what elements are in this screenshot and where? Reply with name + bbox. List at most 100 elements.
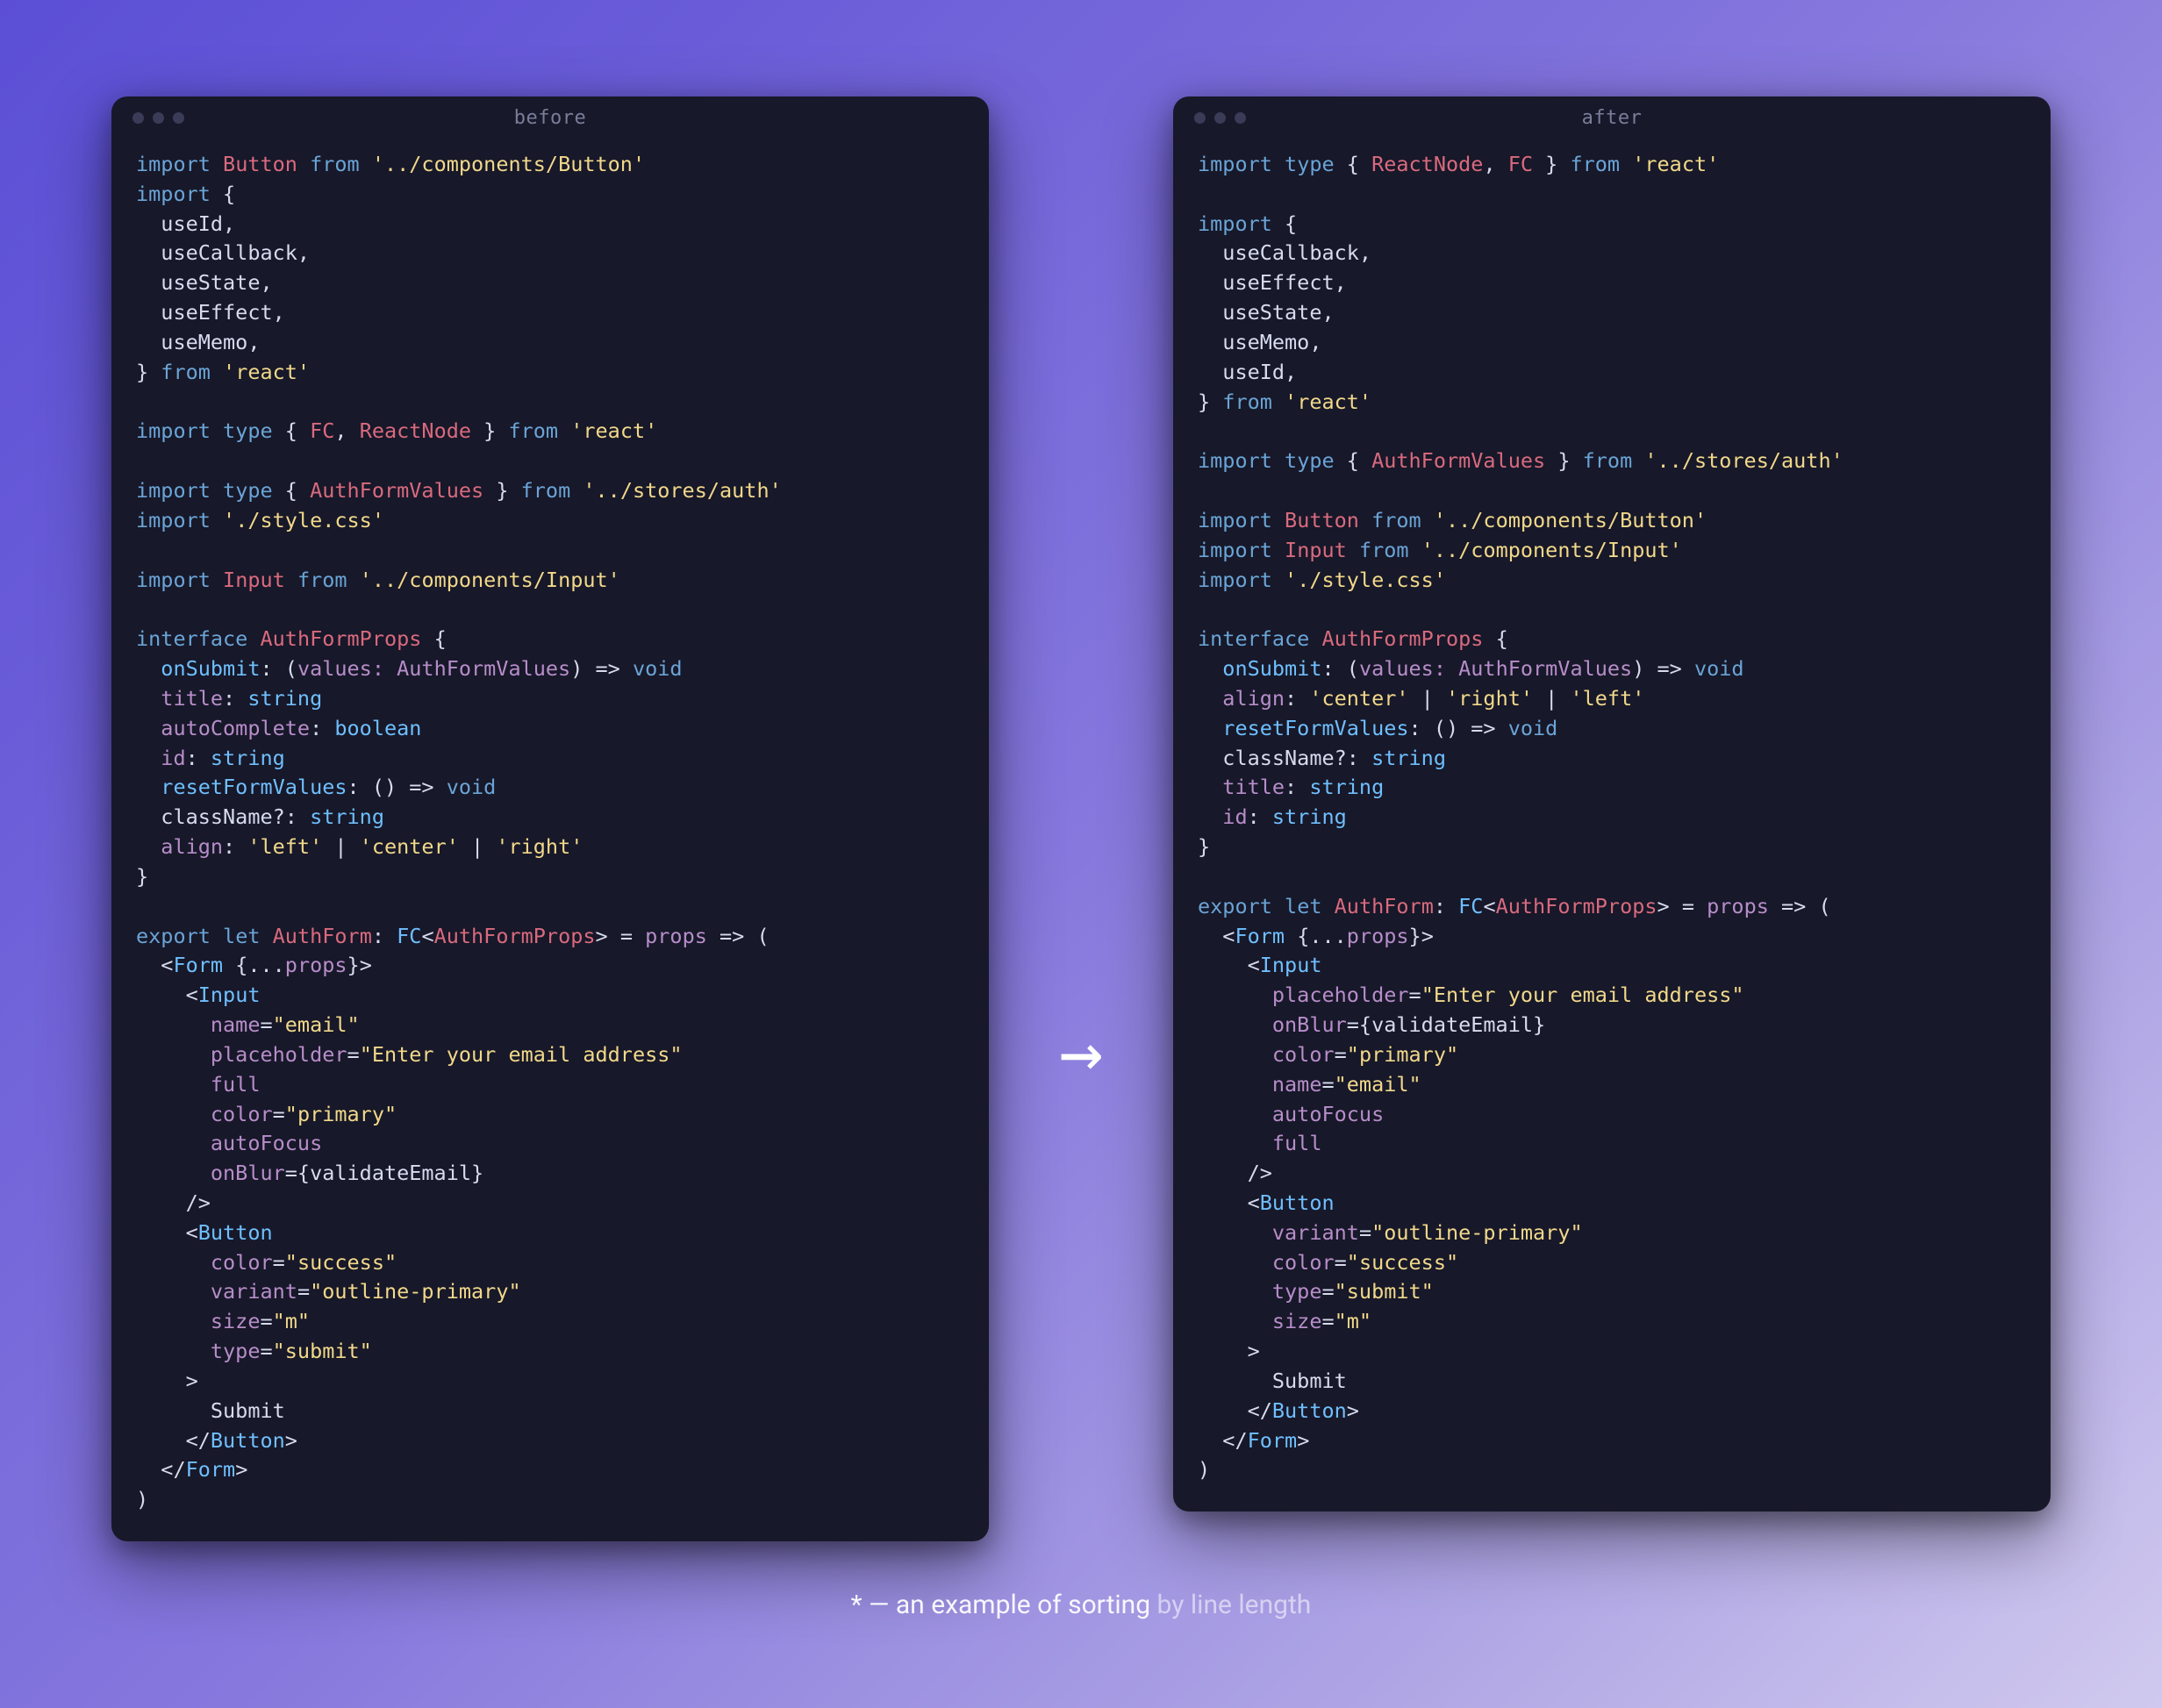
code-line bbox=[136, 595, 964, 625]
code-line: <Button bbox=[1198, 1189, 2026, 1218]
code-line: variant="outline-primary" bbox=[1198, 1218, 2026, 1248]
code-line: import type { ReactNode, FC } from 'reac… bbox=[1198, 150, 2026, 180]
code-line bbox=[1198, 476, 2026, 506]
code-line: ) bbox=[1198, 1455, 2026, 1485]
code-line: import './style.css' bbox=[1198, 566, 2026, 596]
code-line: <Form {...props}> bbox=[1198, 922, 2026, 952]
code-line: resetFormValues: () => void bbox=[1198, 714, 2026, 744]
code-line: useCallback, bbox=[1198, 239, 2026, 268]
arrow-wrap: → bbox=[1042, 1015, 1120, 1089]
code-line: useMemo, bbox=[136, 328, 964, 358]
code-line: autoFocus bbox=[1198, 1100, 2026, 1130]
code-line: placeholder="Enter your email address" bbox=[1198, 981, 2026, 1011]
code-line: id: string bbox=[136, 744, 964, 774]
arrow-icon: → bbox=[1059, 1015, 1104, 1089]
code-line bbox=[136, 536, 964, 566]
code-line: <Button bbox=[136, 1218, 964, 1248]
code-line: } bbox=[1198, 833, 2026, 862]
before-code: import Button from '../components/Button… bbox=[111, 136, 989, 1541]
code-line: align: 'left' | 'center' | 'right' bbox=[136, 833, 964, 862]
code-line: useMemo, bbox=[1198, 328, 2026, 358]
code-line: </Button> bbox=[136, 1426, 964, 1456]
code-line: onBlur={validateEmail} bbox=[136, 1159, 964, 1189]
code-line: color="success" bbox=[1198, 1248, 2026, 1278]
code-line: ) bbox=[136, 1485, 964, 1515]
code-line: placeholder="Enter your email address" bbox=[136, 1040, 964, 1070]
code-line: useEffect, bbox=[136, 298, 964, 328]
caption-main: * — an example of sorting bbox=[851, 1590, 1150, 1620]
code-line: className?: string bbox=[136, 803, 964, 833]
code-line: size="m" bbox=[136, 1307, 964, 1337]
code-line: import Button from '../components/Button… bbox=[1198, 506, 2026, 536]
code-line bbox=[136, 388, 964, 418]
comparison-stage: before import Button from '../components… bbox=[0, 0, 2162, 1708]
code-line: color="primary" bbox=[1198, 1040, 2026, 1070]
code-line bbox=[1198, 417, 2026, 447]
code-line: title: string bbox=[136, 684, 964, 714]
code-line: import Button from '../components/Button… bbox=[136, 150, 964, 180]
code-line bbox=[136, 447, 964, 476]
code-line: import type { FC, ReactNode } from 'reac… bbox=[136, 417, 964, 447]
code-line: /> bbox=[136, 1189, 964, 1218]
before-panel: before import Button from '../components… bbox=[111, 96, 989, 1541]
code-line: useId, bbox=[1198, 358, 2026, 388]
code-line: type="submit" bbox=[1198, 1277, 2026, 1307]
code-line: <Input bbox=[136, 981, 964, 1011]
after-title: after bbox=[1173, 107, 2051, 129]
code-line: </Button> bbox=[1198, 1397, 2026, 1426]
code-line: className?: string bbox=[1198, 744, 2026, 774]
code-line: /> bbox=[1198, 1159, 2026, 1189]
code-line: onBlur={validateEmail} bbox=[1198, 1011, 2026, 1040]
code-line: } from 'react' bbox=[136, 358, 964, 388]
after-panel-header: after bbox=[1173, 96, 2051, 136]
code-line: <Input bbox=[1198, 951, 2026, 981]
code-line: useEffect, bbox=[1198, 268, 2026, 298]
code-line: </Form> bbox=[136, 1455, 964, 1485]
caption-dim: by line length bbox=[1150, 1590, 1311, 1620]
code-line: import Input from '../components/Input' bbox=[136, 566, 964, 596]
caption: * — an example of sorting by line length bbox=[0, 1590, 2162, 1620]
code-line: variant="outline-primary" bbox=[136, 1277, 964, 1307]
code-line: useId, bbox=[136, 210, 964, 239]
code-line: } from 'react' bbox=[1198, 388, 2026, 418]
code-line: full bbox=[136, 1070, 964, 1100]
before-panel-header: before bbox=[111, 96, 989, 136]
code-line: import type { AuthFormValues } from '../… bbox=[1198, 447, 2026, 476]
code-line: autoFocus bbox=[136, 1129, 964, 1159]
code-line: color="success" bbox=[136, 1248, 964, 1278]
code-line bbox=[1198, 595, 2026, 625]
code-line: } bbox=[136, 862, 964, 892]
code-line: Submit bbox=[1198, 1367, 2026, 1397]
code-line: > bbox=[136, 1367, 964, 1397]
code-line: useState, bbox=[136, 268, 964, 298]
code-line: </Form> bbox=[1198, 1426, 2026, 1456]
code-line: title: string bbox=[1198, 773, 2026, 803]
code-line: autoComplete: boolean bbox=[136, 714, 964, 744]
code-line: useState, bbox=[1198, 298, 2026, 328]
code-line: onSubmit: (values: AuthFormValues) => vo… bbox=[1198, 654, 2026, 684]
code-line: id: string bbox=[1198, 803, 2026, 833]
before-title: before bbox=[111, 107, 989, 129]
code-line: color="primary" bbox=[136, 1100, 964, 1130]
code-line: align: 'center' | 'right' | 'left' bbox=[1198, 684, 2026, 714]
code-line bbox=[136, 892, 964, 922]
code-line: <Form {...props}> bbox=[136, 951, 964, 981]
after-code: import type { ReactNode, FC } from 'reac… bbox=[1173, 136, 2051, 1511]
after-panel: after import type { ReactNode, FC } from… bbox=[1173, 96, 2051, 1511]
code-line bbox=[1198, 180, 2026, 210]
code-line: name="email" bbox=[1198, 1070, 2026, 1100]
code-line bbox=[1198, 862, 2026, 892]
code-line: import Input from '../components/Input' bbox=[1198, 536, 2026, 566]
code-line: type="submit" bbox=[136, 1337, 964, 1367]
code-line: interface AuthFormProps { bbox=[136, 625, 964, 654]
code-line: resetFormValues: () => void bbox=[136, 773, 964, 803]
code-line: Submit bbox=[136, 1397, 964, 1426]
code-line: interface AuthFormProps { bbox=[1198, 625, 2026, 654]
code-line: export let AuthForm: FC<AuthFormProps> =… bbox=[136, 922, 964, 952]
code-line: import { bbox=[136, 180, 964, 210]
code-line: size="m" bbox=[1198, 1307, 2026, 1337]
code-line: import { bbox=[1198, 210, 2026, 239]
code-line: import './style.css' bbox=[136, 506, 964, 536]
code-line: useCallback, bbox=[136, 239, 964, 268]
code-line: import type { AuthFormValues } from '../… bbox=[136, 476, 964, 506]
